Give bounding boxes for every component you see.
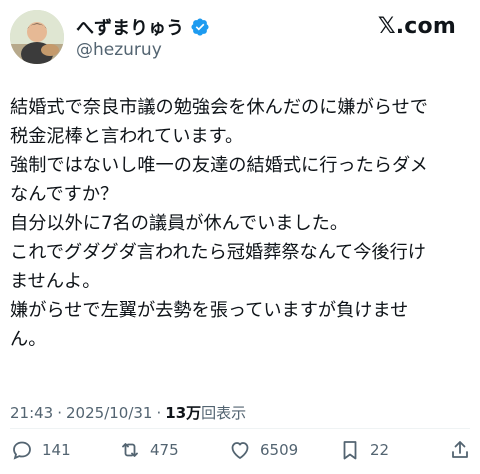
- like-button[interactable]: 6509: [228, 438, 298, 462]
- like-count: 6509: [260, 441, 299, 459]
- share-button[interactable]: [448, 438, 472, 462]
- bookmark-button[interactable]: 22: [338, 438, 389, 462]
- repost-icon: [122, 443, 138, 457]
- action-bar: 141 475 6509 22: [0, 438, 480, 468]
- meta-separator: ·: [156, 404, 162, 422]
- tweet-line: 自分以外に7名の議員が休んでいました。: [10, 213, 349, 234]
- reply-button[interactable]: 141: [10, 438, 71, 462]
- bookmark-icon: [343, 441, 357, 460]
- reply-count: 141: [42, 441, 71, 459]
- divider: [10, 428, 470, 429]
- meta-separator: ·: [57, 404, 63, 422]
- avatar[interactable]: [10, 10, 64, 64]
- like-icon: [231, 442, 249, 459]
- tweet-meta: 21:43 · 2025/10/31 · 13万回表示: [10, 402, 246, 423]
- tweet-date[interactable]: 2025/10/31: [66, 404, 152, 422]
- author-handle[interactable]: @hezuruy: [76, 40, 162, 60]
- tweet-line: これでグダグダ言われたら冠婚葬祭なんて今後行け: [10, 242, 426, 263]
- tweet-line: 嫌がらせで左翼が去勢を張っていますが負けませ: [10, 300, 409, 321]
- tweet-time[interactable]: 21:43: [10, 404, 53, 422]
- tweet-line: ませんよ。: [10, 271, 101, 292]
- avatar-image: [10, 10, 64, 64]
- brand-logo: 𝕏.com: [377, 14, 456, 39]
- author-name-row[interactable]: へずまりゅう: [76, 14, 210, 40]
- repost-button[interactable]: 475: [118, 438, 179, 462]
- tweet-line: なんですか？: [10, 184, 119, 205]
- bookmark-count: 22: [370, 441, 390, 459]
- tweet-line: 強制ではないし唯一の友達の結婚式に行ったらダメ: [10, 155, 428, 176]
- tweet-line: 税金泥棒と言われています。: [10, 126, 244, 147]
- repost-count: 475: [150, 441, 179, 459]
- tweet-line: ん。: [10, 329, 47, 350]
- reply-icon: [13, 441, 31, 460]
- author-display-name[interactable]: へずまりゅう: [76, 14, 184, 40]
- tweet-text: 結婚式で奈良市議の勉強会を休んだのに嫌がらせで 税金泥棒と言われています。 強制…: [10, 93, 472, 354]
- verified-badge-icon: [190, 17, 210, 37]
- tweet-line: 結婚式で奈良市議の勉強会を休んだのに嫌がらせで: [10, 97, 428, 118]
- share-icon: [452, 441, 468, 458]
- views-count: 13万: [165, 404, 202, 422]
- views-label: 回表示: [201, 404, 247, 422]
